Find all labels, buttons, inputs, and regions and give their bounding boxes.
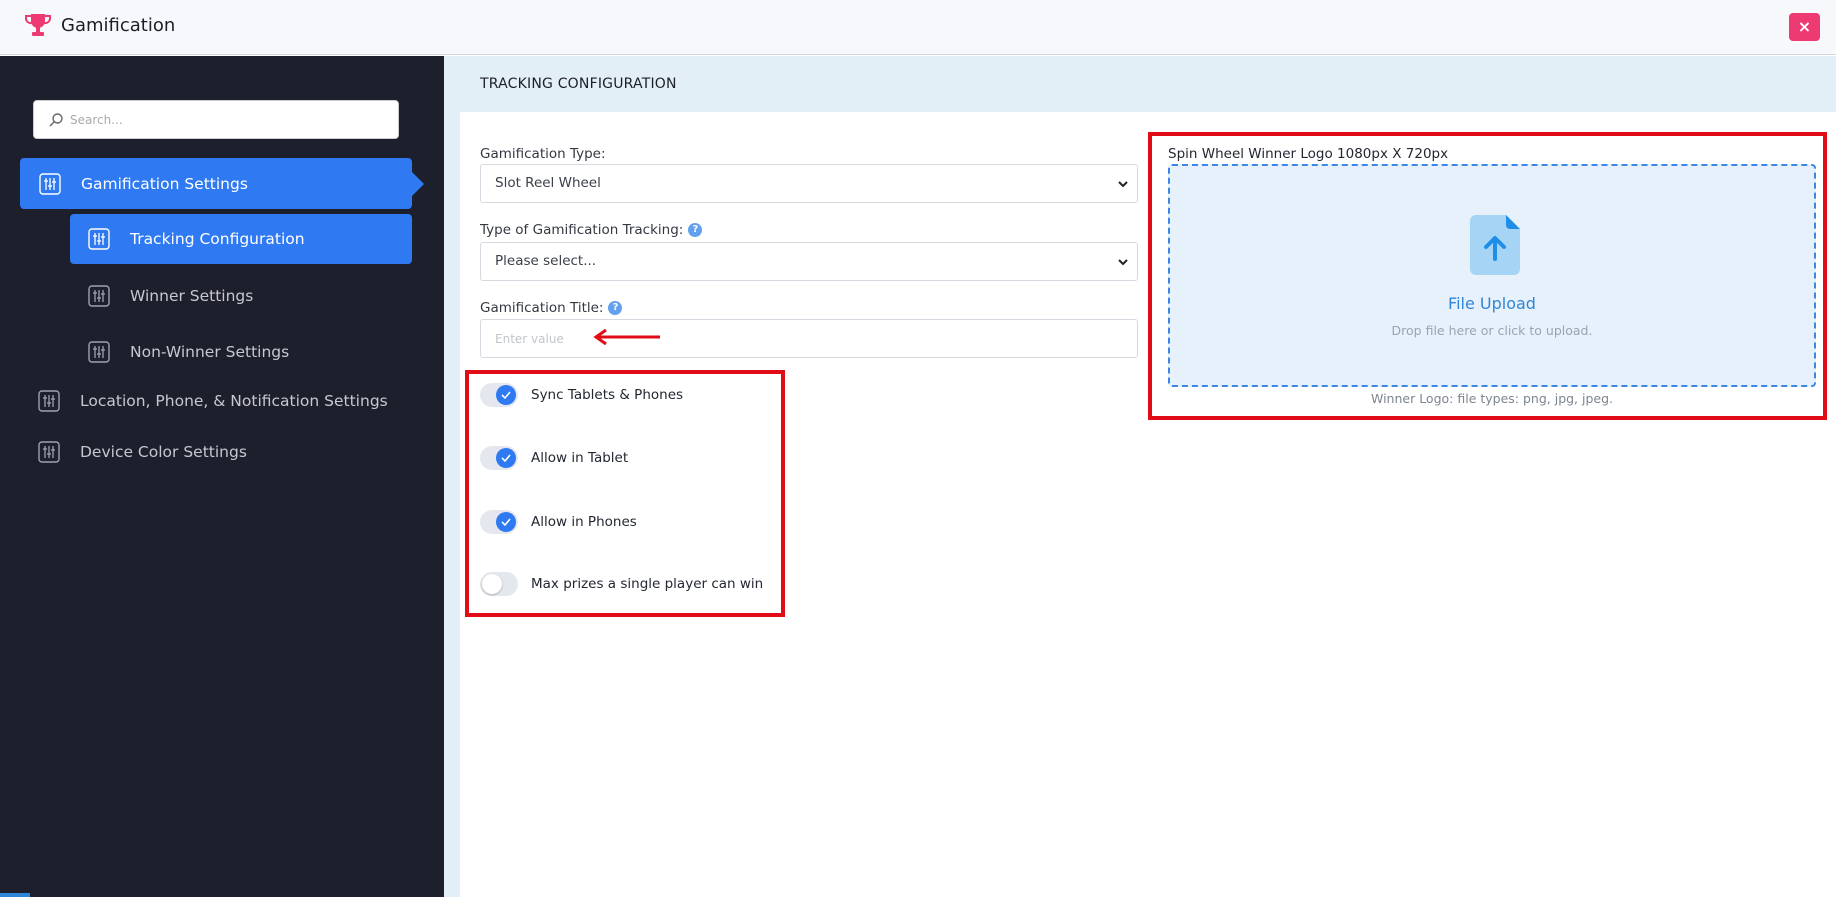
sliders-icon [88,228,110,250]
tracking-type-label: Type of Gamification Tracking: ? [480,222,703,238]
search-input[interactable] [70,101,390,138]
bottom-indicator [0,893,30,897]
toggle-switch[interactable] [480,572,518,596]
toggle-label: Max prizes a single player can win [531,576,764,592]
sidebar-item-label: Gamification Settings [81,174,248,193]
check-icon [501,454,511,463]
tracking-type-label-text: Type of Gamification Tracking: [480,222,684,238]
active-pointer [412,172,424,196]
chevron-down-icon [1118,259,1128,266]
help-icon[interactable]: ? [688,223,703,237]
sidebar-item-non-winner-settings[interactable]: Non-Winner Settings [88,339,289,365]
toggle-label: Allow in Tablet [531,450,629,466]
toggle-switch[interactable] [480,383,518,407]
toggle-label: Sync Tablets & Phones [531,387,684,403]
sidebar-item-winner-settings[interactable]: Winner Settings [88,283,253,309]
search-icon [49,113,63,127]
sliders-icon [88,341,110,363]
sidebar-item-device-color-settings[interactable]: Device Color Settings [38,439,247,465]
gamification-title-input[interactable] [481,320,1137,357]
check-icon [501,518,511,527]
sliders-icon [38,390,60,412]
toggle-allow-in-tablet[interactable]: Allow in Tablet [480,446,628,470]
sidebar-item-label: Device Color Settings [80,443,247,461]
chevron-down-icon [1118,181,1128,188]
gamification-type-label-text: Gamification Type: [480,146,606,162]
sidebar-item-tracking-configuration[interactable]: Tracking Configuration [70,214,412,264]
toggle-allow-in-phones[interactable]: Allow in Phones [480,510,637,534]
sidebar-item-location-phone-notification[interactable]: Location, Phone, & Notification Settings [38,388,388,414]
sidebar-item-label: Location, Phone, & Notification Settings [80,392,388,410]
close-button[interactable]: × [1789,13,1820,41]
sidebar-item-label: Tracking Configuration [130,230,305,248]
gamification-type-label: Gamification Type: [480,146,606,162]
app-title: Gamification [61,15,176,36]
upload-hint: Drop file here or click to upload. [1391,323,1593,338]
sliders-icon [88,285,110,307]
top-bar: Gamification × [0,0,1836,55]
sidebar-item-label: Non-Winner Settings [130,343,290,361]
gamification-title-field[interactable] [480,319,1138,358]
file-upload-dropzone[interactable]: File Upload Drop file here or click to u… [1168,164,1816,387]
gamification-title-label-text: Gamification Title: [480,300,604,316]
gamification-type-value: Slot Reel Wheel [495,175,601,191]
search-box[interactable] [33,100,399,139]
content-gutter [444,56,460,897]
toggle-switch[interactable] [480,510,518,534]
sidebar: Gamification Settings Tracking Configura… [0,56,444,897]
sidebar-item-label: Winner Settings [130,287,254,305]
help-icon[interactable]: ? [608,301,623,315]
gamification-type-select[interactable]: Slot Reel Wheel [480,164,1138,203]
upload-title: File Upload [1448,294,1536,313]
sliders-icon [39,172,61,195]
file-upload-icon [1470,215,1520,275]
toggle-max-prizes[interactable]: Max prizes a single player can win [480,572,763,596]
upload-file-types-note: Winner Logo: file types: png, jpg, jpeg. [1370,391,1614,406]
tracking-type-value: Please select... [495,253,597,269]
toggle-sync-tablets-phones[interactable]: Sync Tablets & Phones [480,383,683,407]
trophy-icon [25,14,51,36]
upload-label: Spin Wheel Winner Logo 1080px X 720px [1168,146,1449,162]
annotation-arrow [593,328,660,346]
tracking-type-select[interactable]: Please select... [480,242,1138,281]
toggle-switch[interactable] [480,446,518,470]
section-header: TRACKING CONFIGURATION [444,56,1836,112]
toggle-label: Allow in Phones [531,514,637,530]
sliders-icon [38,441,60,463]
sidebar-item-gamification-settings[interactable]: Gamification Settings [20,158,424,209]
gamification-title-label: Gamification Title: ? [480,300,623,316]
section-title: TRACKING CONFIGURATION [480,76,677,92]
check-icon [501,391,511,400]
